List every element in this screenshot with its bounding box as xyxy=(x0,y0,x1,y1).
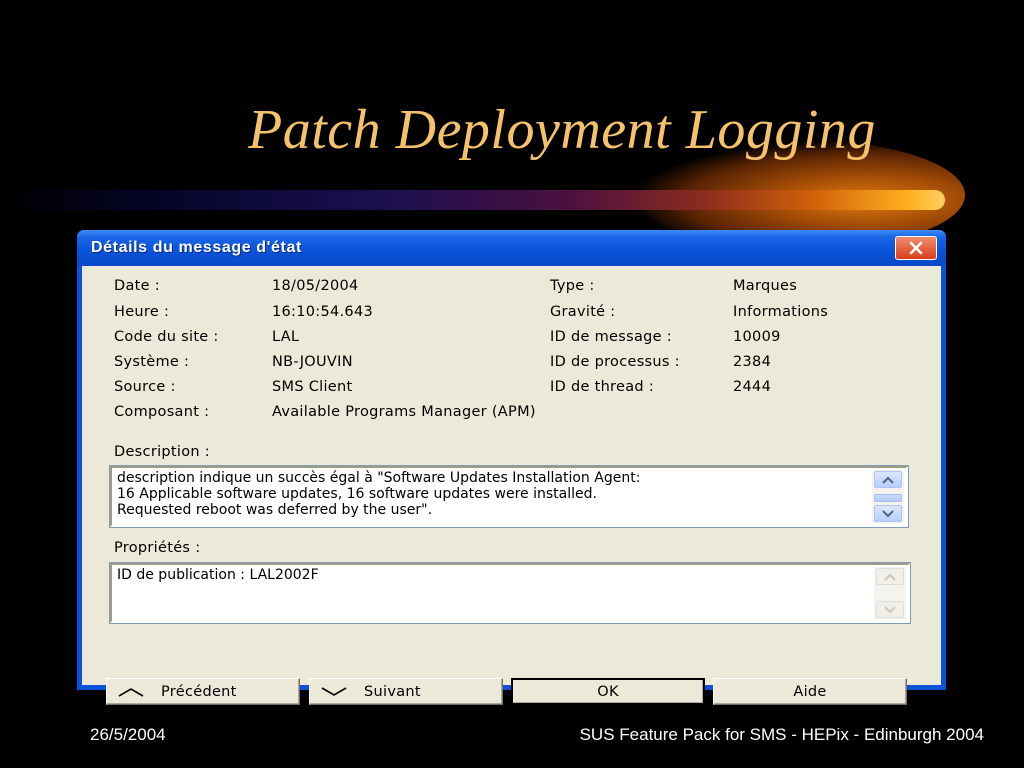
chevron-down-icon xyxy=(884,605,896,613)
help-button-label: Aide xyxy=(793,683,827,700)
previous-button-label: Précédent xyxy=(161,683,237,700)
dialog-titlebar[interactable]: Détails du message d'état xyxy=(77,230,946,266)
date-value: 18/05/2004 xyxy=(272,278,359,294)
system-value: NB-JOUVIN xyxy=(272,354,353,370)
chevron-down-icon xyxy=(882,509,894,517)
site-code-label: Code du site : xyxy=(114,329,219,345)
description-line: Requested reboot was deferred by the use… xyxy=(117,502,433,518)
process-id-label: ID de processus : xyxy=(550,354,680,370)
next-button[interactable]: Suivant xyxy=(309,678,503,705)
properties-line: ID de publication : LAL2002F xyxy=(117,567,319,583)
properties-label: Propriétés : xyxy=(114,540,201,556)
dialog-body: Date : 18/05/2004 Heure : 16:10:54.643 C… xyxy=(82,266,941,705)
description-line: description indique un succès égal à "So… xyxy=(117,470,641,486)
system-label: Système : xyxy=(114,354,190,370)
description-textbox[interactable]: description indique un succès égal à "So… xyxy=(109,465,909,528)
description-scrollbar[interactable] xyxy=(872,470,904,523)
ok-button-label: OK xyxy=(597,683,619,700)
description-label: Description : xyxy=(114,444,210,460)
scroll-up-button[interactable] xyxy=(876,568,904,585)
chevron-up-icon xyxy=(117,687,145,697)
decorative-swoosh-bar xyxy=(0,190,945,210)
footer-date: 26/5/2004 xyxy=(90,725,166,744)
help-button[interactable]: Aide xyxy=(713,678,907,705)
component-value: Available Programs Manager (APM) xyxy=(272,404,536,420)
type-label: Type : xyxy=(550,278,595,294)
close-icon xyxy=(909,241,923,255)
process-id-value: 2384 xyxy=(733,354,772,370)
dialog-title: Détails du message d'état xyxy=(91,239,302,256)
close-button[interactable] xyxy=(895,236,937,260)
description-text: description indique un succès égal à "So… xyxy=(117,470,866,518)
slide-title: Patch Deployment Logging xyxy=(248,99,876,161)
chevron-up-icon xyxy=(884,573,896,581)
scroll-up-button[interactable] xyxy=(874,471,902,488)
source-label: Source : xyxy=(114,379,176,395)
description-line: 16 Applicable software updates, 16 softw… xyxy=(117,486,597,502)
type-value: Marques xyxy=(733,278,798,294)
properties-textbox[interactable]: ID de publication : LAL2002F xyxy=(109,562,911,624)
severity-value: Informations xyxy=(733,304,829,320)
thread-id-value: 2444 xyxy=(733,379,772,395)
date-label: Date : xyxy=(114,278,160,294)
severity-label: Gravité : xyxy=(550,304,616,320)
footer-text: SUS Feature Pack for SMS - HEPix - Edinb… xyxy=(579,725,984,744)
scroll-thumb[interactable] xyxy=(874,494,902,502)
message-id-value: 10009 xyxy=(733,329,781,345)
properties-text: ID de publication : LAL2002F xyxy=(117,567,868,583)
scroll-down-button[interactable] xyxy=(876,601,904,618)
message-id-label: ID de message : xyxy=(550,329,672,345)
previous-button[interactable]: Précédent xyxy=(106,678,300,705)
scroll-down-button[interactable] xyxy=(874,505,902,522)
time-value: 16:10:54.643 xyxy=(272,304,374,320)
ok-button[interactable]: OK xyxy=(511,678,705,705)
source-value: SMS Client xyxy=(272,379,353,395)
thread-id-label: ID de thread : xyxy=(550,379,655,395)
site-code-value: LAL xyxy=(272,329,300,345)
chevron-down-icon xyxy=(320,686,348,697)
component-label: Composant : xyxy=(114,404,210,420)
status-message-details-dialog: Détails du message d'état Date : 18/05/2… xyxy=(77,230,946,705)
chevron-up-icon xyxy=(882,476,894,484)
next-button-label: Suivant xyxy=(364,683,421,700)
properties-scrollbar[interactable] xyxy=(874,567,906,619)
time-label: Heure : xyxy=(114,304,170,320)
